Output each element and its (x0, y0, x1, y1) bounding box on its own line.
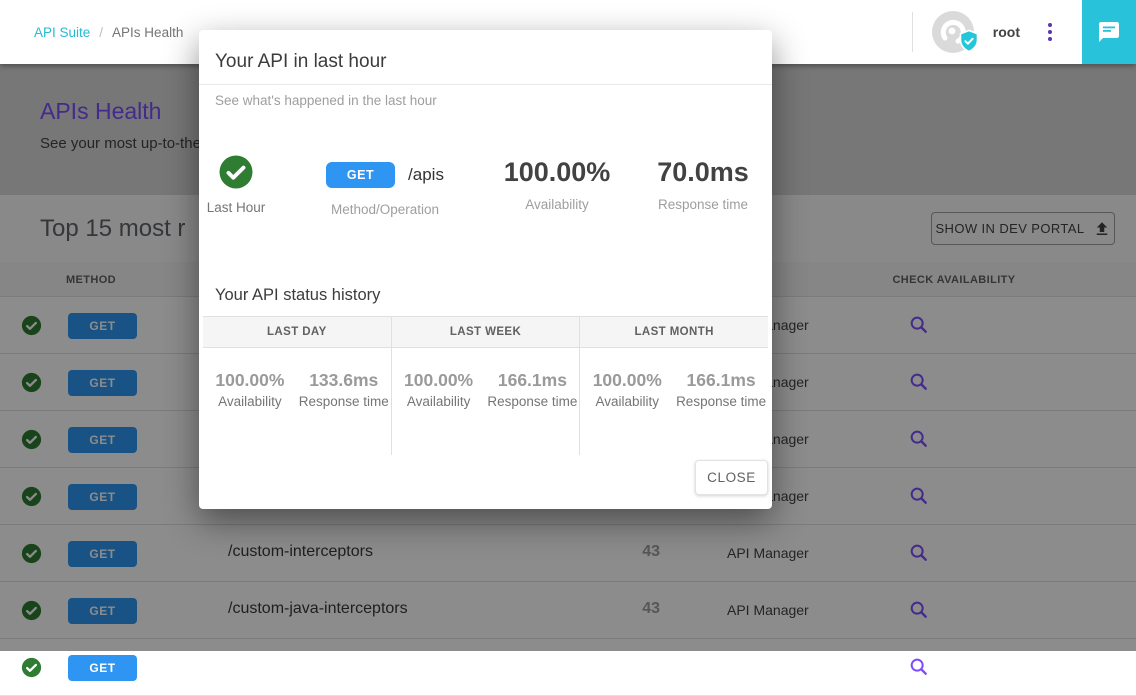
avatar[interactable] (931, 10, 975, 54)
breadcrumb: API Suite / APIs Health (34, 0, 183, 64)
history-response-value: 133.6ms (297, 370, 391, 391)
history-availability: 100.00% Availability (580, 348, 674, 455)
history-availability-label: Availability (203, 394, 297, 409)
check-circle-icon (218, 154, 254, 190)
history-header-row: LAST DAY LAST WEEK LAST MONTH (203, 316, 768, 348)
history-response-label: Response time (674, 394, 768, 409)
operation-path: /apis (408, 165, 444, 185)
history-availability-label: Availability (392, 394, 486, 409)
response-time-stat: 70.0ms Response time (633, 157, 773, 212)
kebab-menu-icon[interactable] (1038, 15, 1062, 49)
method-operation-label: Method/Operation (295, 202, 475, 217)
user-box: root (912, 0, 1062, 64)
last-hour-status: Last Hour (199, 154, 273, 215)
response-time-label: Response time (633, 197, 773, 212)
chat-icon (1097, 20, 1121, 44)
method-operation: GET /apis Method/Operation (295, 162, 475, 217)
history-period-header: LAST MONTH (580, 317, 768, 347)
history-period-column: 100.00% Availability 166.1ms Response ti… (580, 348, 768, 455)
history-availability-value: 100.00% (203, 370, 297, 391)
history-availability-value: 100.00% (580, 370, 674, 391)
history-response-value: 166.1ms (674, 370, 768, 391)
history-availability-label: Availability (580, 394, 674, 409)
availability-stat: 100.00% Availability (487, 157, 627, 212)
breadcrumb-separator: / (99, 25, 103, 40)
divider (912, 12, 913, 52)
history-period-header: LAST DAY (203, 317, 392, 347)
method-badge: GET (68, 655, 137, 681)
availability-label: Availability (487, 197, 627, 212)
chat-button[interactable] (1082, 0, 1136, 64)
history-values-row: 100.00% Availability 133.6ms Response ti… (203, 348, 768, 455)
history-table: LAST DAY LAST WEEK LAST MONTH 100.00% Av… (203, 316, 768, 455)
username: root (993, 24, 1020, 40)
history-period-column: 100.00% Availability 166.1ms Response ti… (392, 348, 581, 455)
history-response-label: Response time (297, 394, 391, 409)
last-hour-label: Last Hour (199, 200, 273, 215)
api-last-hour-dialog: Your API in last hour See what's happene… (199, 30, 772, 509)
history-response-time: 166.1ms Response time (486, 348, 580, 455)
history-response-label: Response time (486, 394, 580, 409)
divider (199, 84, 772, 85)
history-period-header: LAST WEEK (392, 317, 581, 347)
history-response-value: 166.1ms (486, 370, 580, 391)
history-availability-value: 100.00% (392, 370, 486, 391)
history-period-column: 100.00% Availability 133.6ms Response ti… (203, 348, 392, 455)
response-time-value: 70.0ms (633, 157, 773, 188)
verified-shield-icon (957, 29, 981, 58)
history-availability: 100.00% Availability (392, 348, 486, 455)
history-availability: 100.00% Availability (203, 348, 297, 455)
history-response-time: 133.6ms Response time (297, 348, 391, 455)
breadcrumb-api-suite[interactable]: API Suite (34, 25, 90, 40)
history-title: Your API status history (215, 286, 380, 305)
dialog-subtitle: See what's happened in the last hour (215, 93, 437, 108)
close-button[interactable]: CLOSE (695, 460, 768, 495)
method-badge: GET (326, 162, 395, 188)
availability-value: 100.00% (487, 157, 627, 188)
breadcrumb-apis-health: APIs Health (112, 25, 183, 40)
status-ok-icon (21, 657, 42, 678)
dialog-title: Your API in last hour (215, 51, 386, 73)
search-icon[interactable] (908, 656, 930, 678)
history-response-time: 166.1ms Response time (674, 348, 768, 455)
